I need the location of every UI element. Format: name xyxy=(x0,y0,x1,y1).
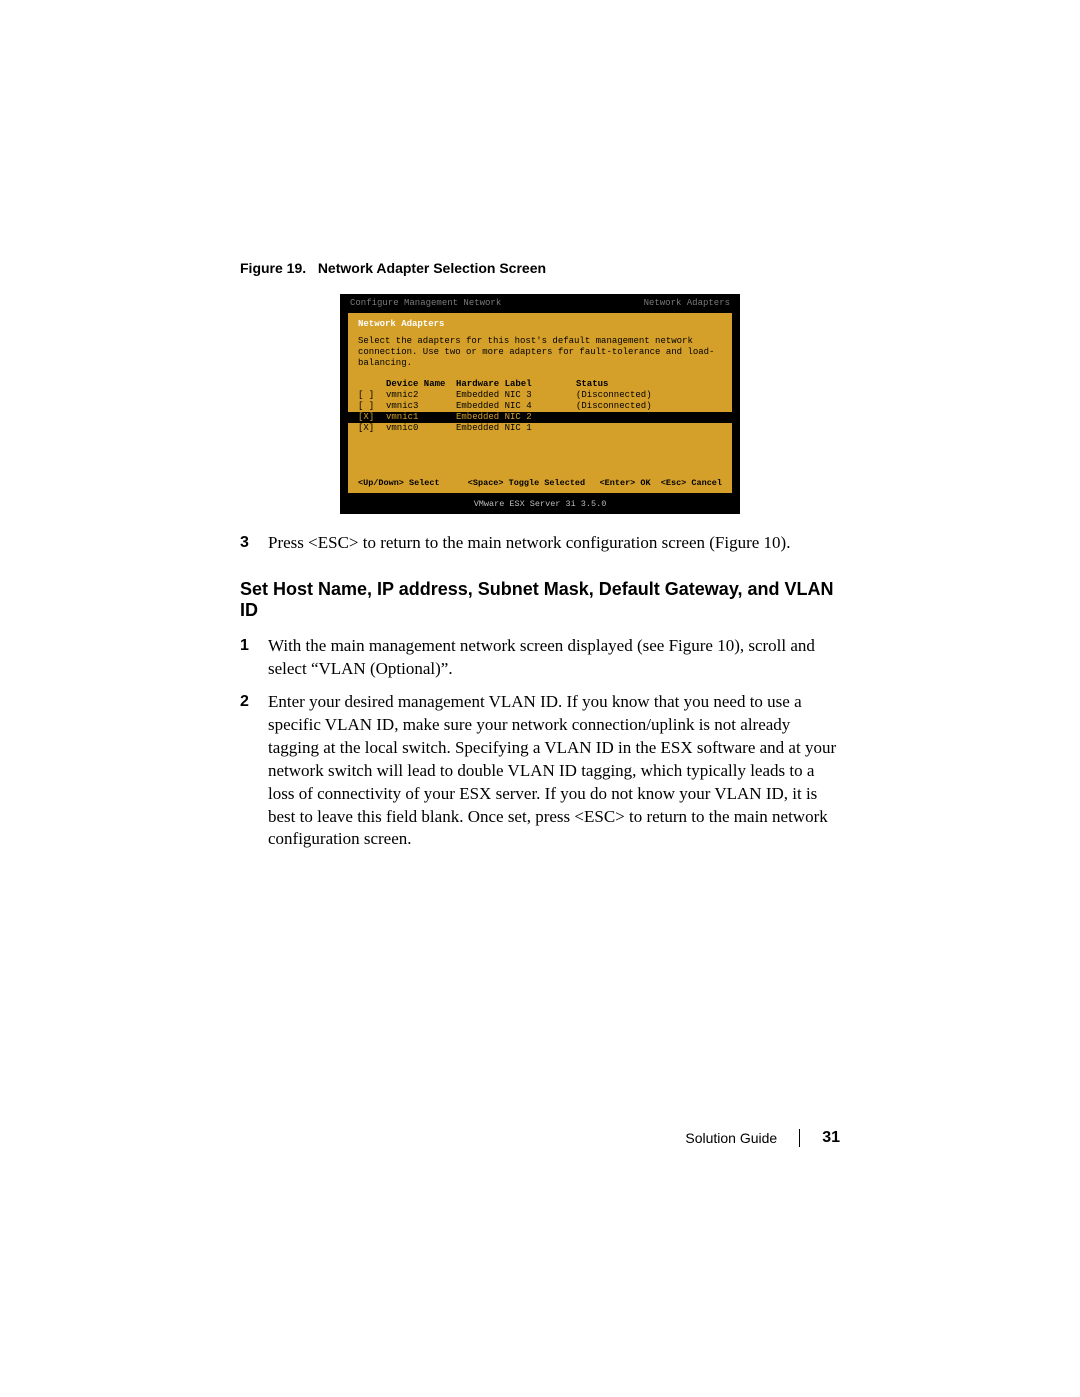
adapter-table: Device Name Hardware Label Status [ ] vm… xyxy=(348,375,732,474)
step-text: Enter your desired management VLAN ID. I… xyxy=(268,691,840,852)
section-heading: Set Host Name, IP address, Subnet Mask, … xyxy=(240,579,840,621)
status-text xyxy=(576,423,722,434)
list-item: 2 Enter your desired management VLAN ID.… xyxy=(240,691,840,852)
network-adapter-screenshot: Configure Management Network Network Ada… xyxy=(340,294,740,514)
hardware-label: Embedded NIC 2 xyxy=(456,412,576,423)
step-number: 2 xyxy=(240,691,268,852)
status-text: (Disconnected) xyxy=(576,401,722,412)
header-left: Configure Management Network xyxy=(350,298,501,309)
panel-top: Network Adapters Select the adapters for… xyxy=(348,313,732,375)
device-name: vmnic2 xyxy=(386,390,456,401)
table-row[interactable]: [X] vmnic0 Embedded NIC 1 xyxy=(358,423,722,434)
col-device: Device Name xyxy=(386,379,456,390)
device-name: vmnic0 xyxy=(386,423,456,434)
hardware-label: Embedded NIC 1 xyxy=(456,423,576,434)
status-text xyxy=(576,412,722,423)
panel-footer: <Up/Down> Select <Space> Toggle Selected… xyxy=(348,474,732,493)
figure-title: Network Adapter Selection Screen xyxy=(318,260,546,276)
list-item: 3 Press <ESC> to return to the main netw… xyxy=(240,532,840,555)
checkbox-mark[interactable]: [X] xyxy=(358,423,386,434)
header-right: Network Adapters xyxy=(644,298,730,309)
panel-description: Select the adapters for this host's defa… xyxy=(358,336,722,369)
screenshot-container: Configure Management Network Network Ada… xyxy=(240,294,840,514)
list-item: 1 With the main management network scree… xyxy=(240,635,840,681)
figure-label: Figure 19. xyxy=(240,260,306,276)
table-row[interactable]: [ ] vmnic3 Embedded NIC 4 (Disconnected) xyxy=(358,401,722,412)
table-header-row: Device Name Hardware Label Status xyxy=(358,379,722,390)
figure-caption: Figure 19. Network Adapter Selection Scr… xyxy=(240,260,840,276)
table-row-selected[interactable]: [X] vmnic1 Embedded NIC 2 xyxy=(348,412,732,423)
step-text: Press <ESC> to return to the main networ… xyxy=(268,532,840,555)
screenshot-panel: Network Adapters Select the adapters for… xyxy=(348,313,732,493)
step-list-b: 1 With the main management network scree… xyxy=(240,635,840,851)
checkbox-mark[interactable]: [X] xyxy=(358,412,386,423)
hardware-label: Embedded NIC 4 xyxy=(456,401,576,412)
device-name: vmnic1 xyxy=(386,412,456,423)
page-footer: Solution Guide 31 xyxy=(685,1129,840,1147)
screenshot-header: Configure Management Network Network Ada… xyxy=(340,294,740,313)
col-hardware: Hardware Label xyxy=(456,379,576,390)
page-number: 31 xyxy=(822,1129,840,1147)
device-name: vmnic3 xyxy=(386,401,456,412)
panel-title: Network Adapters xyxy=(358,319,722,330)
screenshot-bottom-bar: VMware ESX Server 3i 3.5.0 xyxy=(340,493,740,514)
step-number: 1 xyxy=(240,635,268,681)
hint-space: <Space> Toggle Selected xyxy=(468,478,600,489)
status-text: (Disconnected) xyxy=(576,390,722,401)
document-page: Figure 19. Network Adapter Selection Scr… xyxy=(0,0,1080,1397)
hint-enter-esc: <Enter> OK <Esc> Cancel xyxy=(600,478,722,489)
checkbox-mark[interactable]: [ ] xyxy=(358,390,386,401)
col-status: Status xyxy=(576,379,722,390)
col-blank xyxy=(358,379,386,390)
hint-updown: <Up/Down> Select xyxy=(358,478,468,489)
step-list-a: 3 Press <ESC> to return to the main netw… xyxy=(240,532,840,555)
checkbox-mark[interactable]: [ ] xyxy=(358,401,386,412)
hardware-label: Embedded NIC 3 xyxy=(456,390,576,401)
footer-divider xyxy=(799,1129,800,1147)
step-number: 3 xyxy=(240,532,268,555)
footer-doc-title: Solution Guide xyxy=(685,1130,777,1146)
step-text: With the main management network screen … xyxy=(268,635,840,681)
table-row[interactable]: [ ] vmnic2 Embedded NIC 3 (Disconnected) xyxy=(358,390,722,401)
